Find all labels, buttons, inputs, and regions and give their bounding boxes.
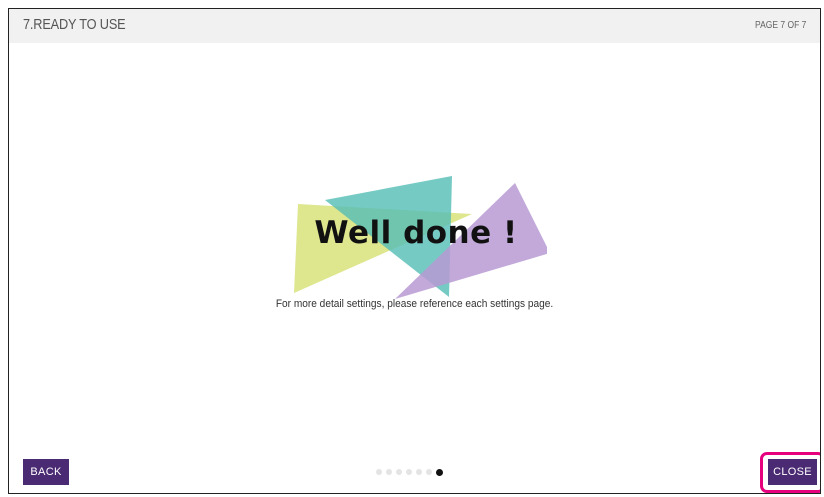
close-button[interactable]: CLOSE <box>768 459 817 485</box>
setup-wizard-screen: 7.READY TO USE PAGE 7 OF 7 Well done ! F… <box>8 8 821 494</box>
pagination-dots <box>376 468 443 476</box>
pagination-dot <box>426 469 432 475</box>
page-indicator: PAGE 7 OF 7 <box>754 20 806 31</box>
page-title: 7.READY TO USE <box>23 16 126 33</box>
pagination-dot <box>386 469 392 475</box>
well-done-heading: Well done ! <box>314 215 518 251</box>
pagination-dot <box>416 469 422 475</box>
pagination-dot <box>396 469 402 475</box>
settings-hint-text: For more detail settings, please referen… <box>275 298 554 310</box>
pagination-dot <box>406 469 412 475</box>
well-done-hero: Well done ! <box>285 173 547 305</box>
pagination-dot-active <box>436 468 443 476</box>
pagination-dot <box>376 469 382 475</box>
header-bar: 7.READY TO USE PAGE 7 OF 7 <box>9 9 820 43</box>
back-button[interactable]: BACK <box>23 459 69 485</box>
